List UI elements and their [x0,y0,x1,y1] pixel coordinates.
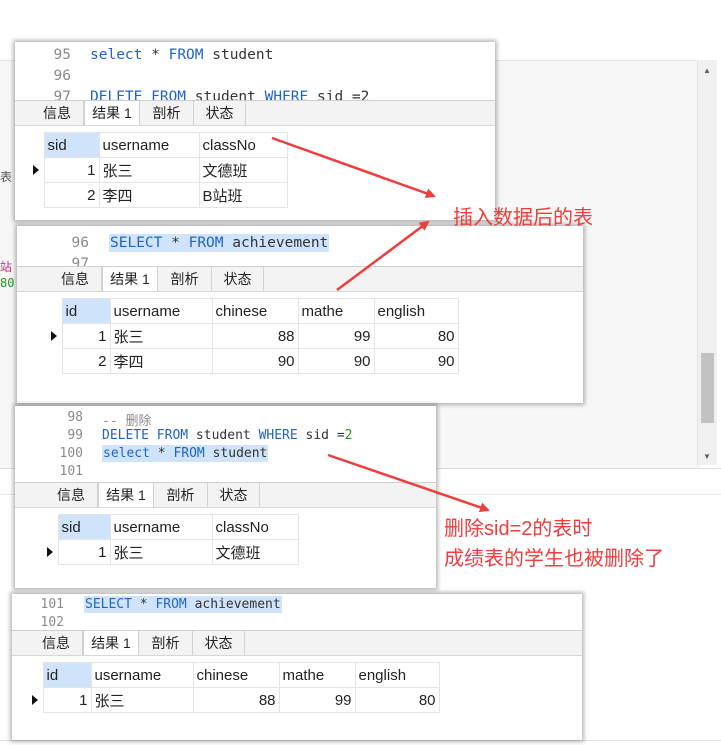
arrow-line [327,453,490,513]
annotation-delete-line2: 成绩表的学生也被删除了 [444,548,664,570]
annotation-delete-line1: 删除sid=2的表时 [444,518,593,540]
annotation-arrows [271,136,490,513]
arrow-line [336,220,430,292]
annotation-insert: 插入数据后的表 [453,207,593,229]
arrow-line [271,136,436,199]
